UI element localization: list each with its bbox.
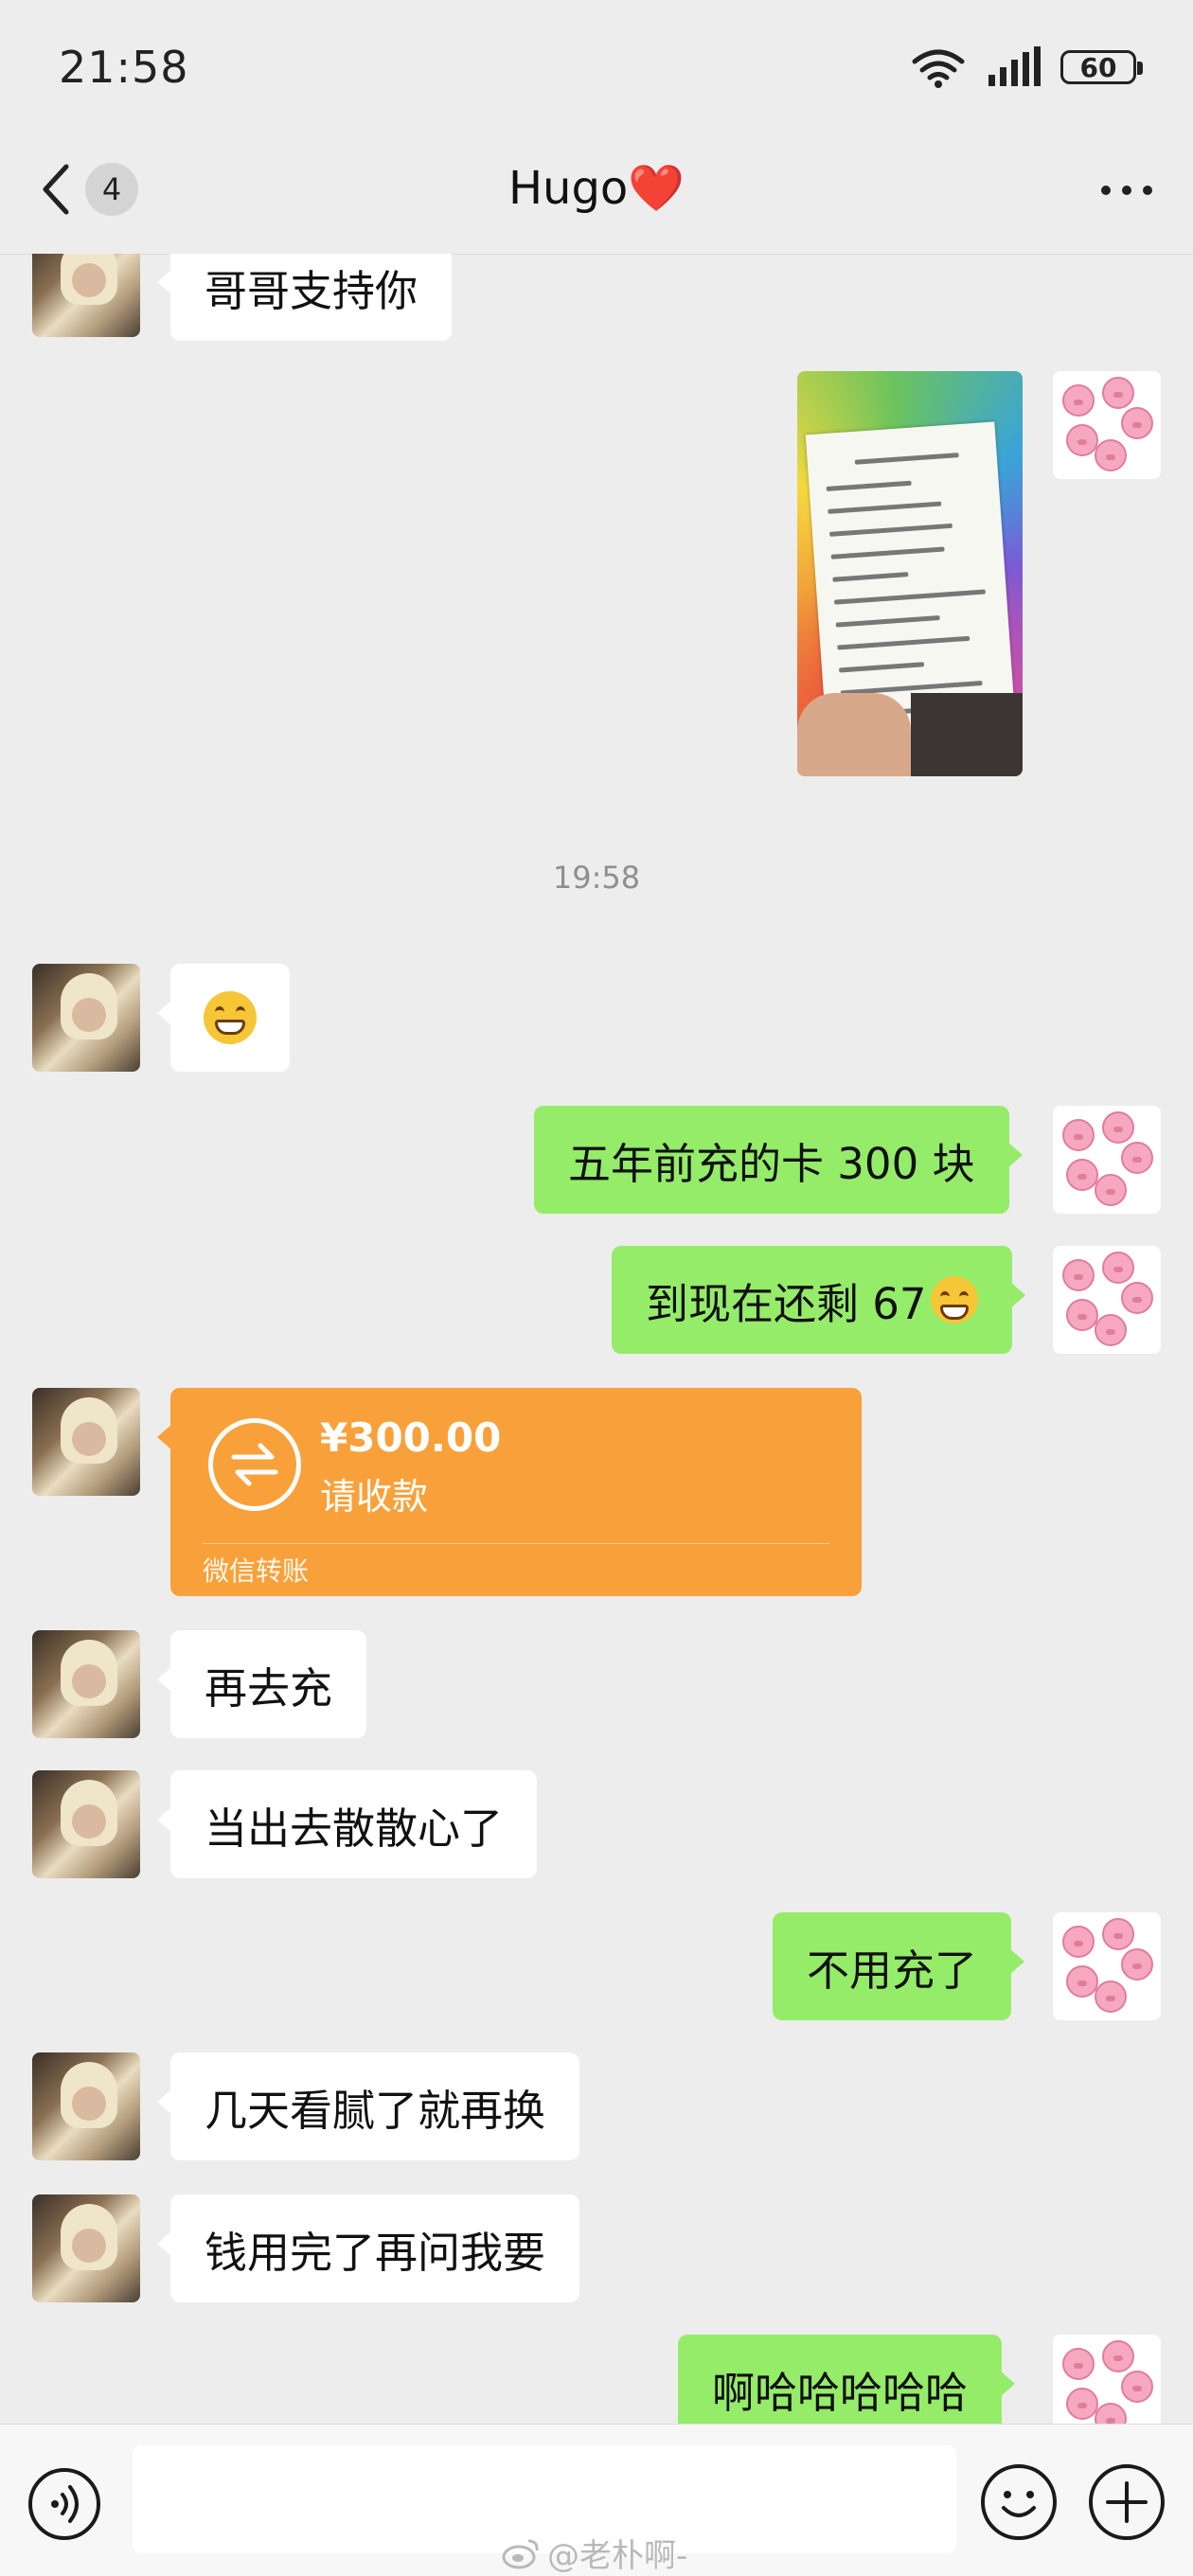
received-message[interactable]: 钱用完了再问我要 bbox=[156, 2194, 580, 2302]
emoji-button[interactable] bbox=[981, 2464, 1057, 2540]
battery-level: 60 bbox=[1079, 51, 1117, 83]
plus-icon bbox=[1106, 2481, 1148, 2523]
transfer-status: 请收款 bbox=[320, 1476, 429, 1518]
more-button[interactable] bbox=[1098, 167, 1155, 218]
weibo-logo-icon bbox=[502, 2539, 539, 2568]
my-avatar[interactable] bbox=[1053, 371, 1161, 479]
chat-header: 4 Hugo❤️ bbox=[0, 142, 1193, 255]
friend-avatar[interactable] bbox=[32, 2194, 140, 2302]
more-dots-icon bbox=[1101, 186, 1152, 195]
friend-avatar[interactable] bbox=[32, 2052, 140, 2160]
status-bar: 21:58 60 bbox=[0, 0, 1193, 142]
friend-avatar[interactable] bbox=[32, 254, 140, 337]
transfer-icon bbox=[208, 1418, 301, 1511]
sent-message[interactable]: 到现在还剩 67 bbox=[612, 1246, 1025, 1354]
voice-button[interactable] bbox=[28, 2468, 100, 2540]
friend-avatar[interactable] bbox=[32, 1388, 140, 1496]
transfer-divider bbox=[203, 1543, 829, 1544]
sent-message[interactable]: 啊哈哈哈哈哈 bbox=[678, 2335, 1016, 2424]
status-time: 21:58 bbox=[59, 42, 189, 93]
watermark-text: @老朴啊- bbox=[547, 2537, 688, 2575]
chat-title: Hugo❤️ bbox=[507, 162, 686, 215]
my-avatar[interactable] bbox=[1053, 1246, 1161, 1354]
message-list[interactable]: 哥哥支持你 19:58 五年前充的卡 300 块 到现在还剩 67 ¥300.0… bbox=[0, 254, 1193, 2424]
battery-icon: 60 bbox=[1060, 50, 1143, 84]
wifi-icon bbox=[912, 49, 965, 88]
transfer-amount: ¥300.00 bbox=[320, 1414, 502, 1461]
received-message[interactable]: 再去充 bbox=[156, 1630, 367, 1738]
emoji-icon bbox=[1002, 2491, 1036, 2517]
received-message[interactable]: 当出去散散心了 bbox=[156, 1770, 538, 1878]
status-icons: 60 bbox=[909, 44, 1143, 91]
my-avatar[interactable] bbox=[1053, 1912, 1161, 2020]
received-emoji-message[interactable] bbox=[157, 964, 290, 1072]
friend-avatar[interactable] bbox=[32, 1770, 140, 1878]
signal-icon bbox=[988, 46, 1041, 86]
transfer-card[interactable]: ¥300.00 请收款 微信转账 bbox=[157, 1388, 862, 1596]
received-message[interactable]: 几天看腻了就再换 bbox=[156, 2052, 580, 2160]
friend-avatar[interactable] bbox=[32, 1630, 140, 1738]
voice-icon bbox=[51, 2485, 79, 2523]
plus-button[interactable] bbox=[1089, 2464, 1165, 2540]
receipt-photo-message[interactable] bbox=[797, 371, 1023, 776]
weibo-watermark: @老朴啊- bbox=[502, 2530, 687, 2576]
received-message[interactable]: 哥哥支持你 bbox=[156, 254, 453, 341]
sent-message[interactable]: 五年前充的卡 300 块 bbox=[534, 1106, 1023, 1214]
sent-message[interactable]: 不用充了 bbox=[773, 1912, 1025, 2020]
transfer-footer-label: 微信转账 bbox=[203, 1555, 310, 1587]
laugh-cry-emoji-icon bbox=[930, 1276, 978, 1324]
my-avatar[interactable] bbox=[1053, 2335, 1161, 2424]
sent-message-text: 到现在还剩 67 bbox=[646, 1278, 927, 1329]
message-timestamp: 19:58 bbox=[552, 860, 641, 896]
grin-emoji-icon bbox=[204, 991, 257, 1044]
my-avatar[interactable] bbox=[1053, 1106, 1161, 1214]
friend-avatar[interactable] bbox=[32, 964, 140, 1072]
